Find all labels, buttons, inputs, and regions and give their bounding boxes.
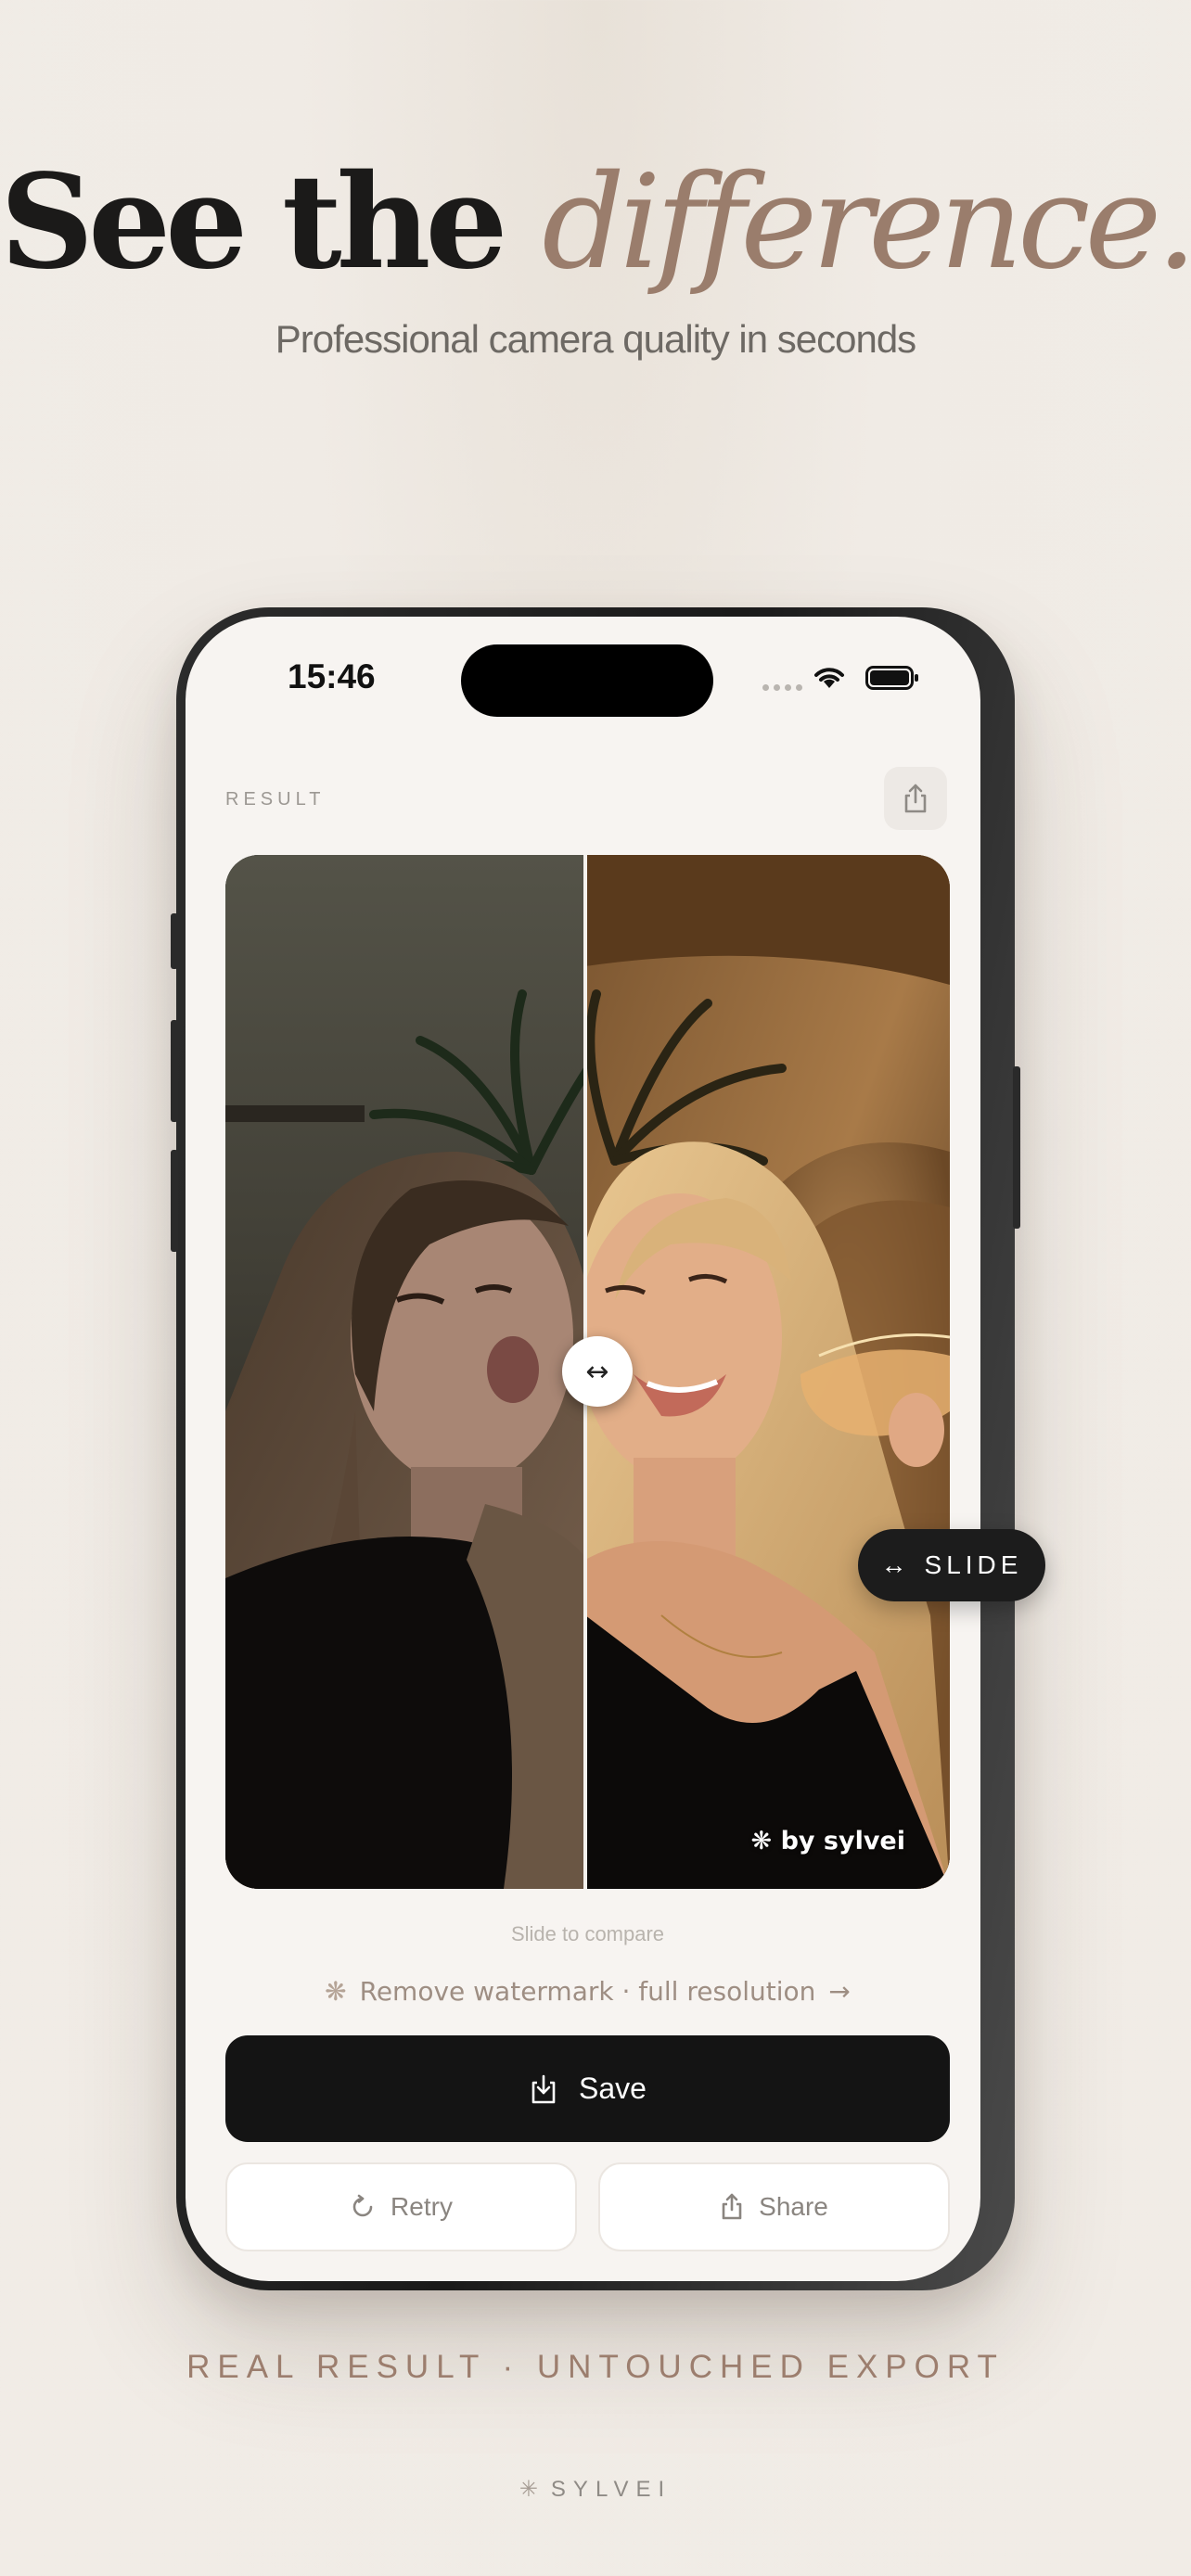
wifi-icon (814, 668, 844, 688)
status-time: 15:46 (288, 657, 376, 695)
slide-hint: Slide to compare (510, 1922, 665, 1945)
retry-label: Retry (391, 2192, 453, 2221)
signal-icon (762, 684, 802, 691)
share-icon (722, 2193, 742, 2220)
sparkle-icon: ✳ (519, 2477, 538, 2502)
slide-pill-label: SLIDE (924, 1550, 1023, 1579)
phone-frame: 15:46 RESULT ↔ ❋ by sylvei Slide to comp… (171, 607, 1020, 2290)
brand-mark: ✳ SYLVEI (0, 2476, 1191, 2503)
battery-icon (865, 666, 918, 690)
slider-handle[interactable]: ↔ (562, 1336, 633, 1407)
power-button (1013, 1066, 1020, 1229)
phone-screen: 15:46 RESULT ↔ ❋ by sylvei Slide to comp… (186, 617, 980, 2281)
watermark: ❋ by sylvei (750, 1827, 905, 1855)
horizontal-arrows-icon: ↔ (585, 1355, 609, 1388)
mute-switch (171, 913, 178, 969)
sparkle-icon: ❋ (325, 1976, 347, 2007)
remove-watermark-label: Remove watermark · full resolution (359, 1976, 816, 2007)
share-button-top[interactable] (884, 767, 947, 830)
arrow-right-icon: → (828, 1976, 851, 2007)
headline-accent: difference. (542, 147, 1191, 299)
horizontal-arrows-icon: ↔ (880, 1550, 912, 1579)
result-label: RESULT (225, 789, 326, 810)
tagline: REAL RESULT · UNTOUCHED EXPORT (186, 2349, 1005, 2385)
share-button[interactable]: Share (598, 2162, 950, 2251)
refresh-icon (352, 2194, 373, 2217)
slide-pill: ↔ SLIDE (858, 1529, 1045, 1601)
brand-name: SYLVEI (550, 2477, 672, 2502)
dynamic-island (461, 644, 713, 717)
volume-down-button (171, 1150, 178, 1252)
remove-watermark-link[interactable]: ❋ Remove watermark · full resolution → (186, 1976, 980, 2007)
comparison-image[interactable]: ↔ ❋ by sylvei (225, 855, 950, 1889)
retry-button[interactable]: Retry (225, 2162, 577, 2251)
headline: See the difference. (0, 148, 1191, 298)
headline-prefix: See the (0, 147, 543, 299)
share-icon (904, 784, 927, 813)
download-icon (531, 2074, 556, 2103)
volume-up-button (171, 1020, 178, 1122)
save-button[interactable]: Save (225, 2035, 950, 2142)
share-label: Share (759, 2192, 828, 2221)
subheadline: Professional camera quality in seconds (275, 317, 916, 361)
save-label: Save (579, 2072, 647, 2105)
